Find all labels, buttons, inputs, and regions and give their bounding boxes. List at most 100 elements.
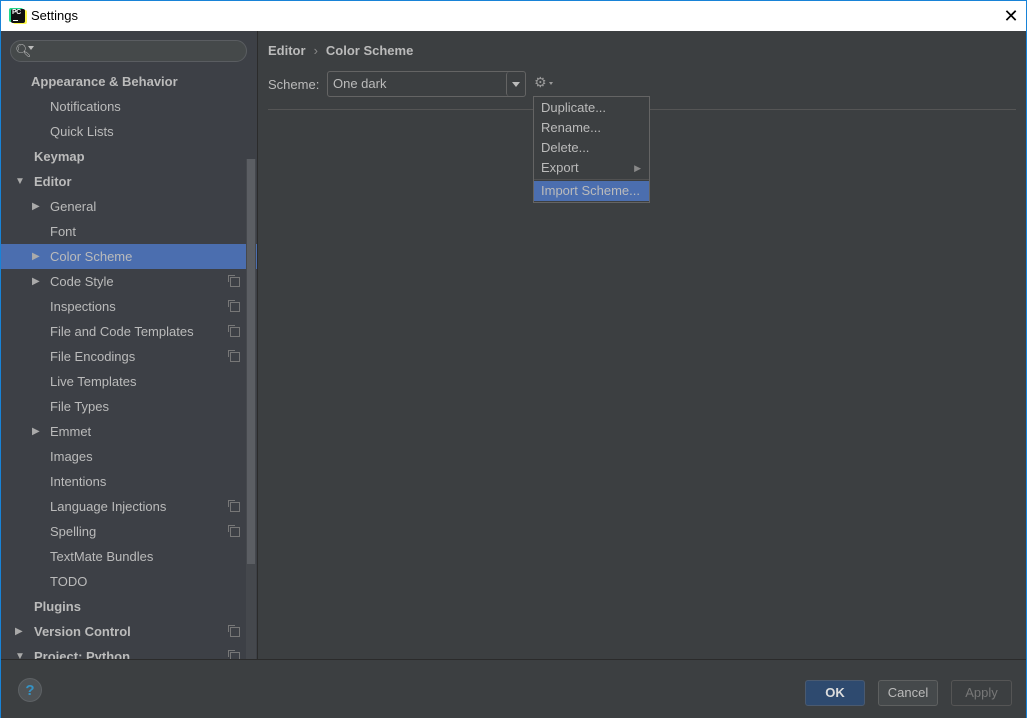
menu-item-rename[interactable]: Rename... [534,118,649,138]
collapsed-arrow-icon[interactable]: ▶ [32,244,40,269]
scrollbar-thumb[interactable] [247,159,255,564]
title-bar: PC Settings ✕ [1,1,1026,31]
sidebar-item-file-encodings[interactable]: File Encodings [1,344,257,369]
help-icon: ? [25,681,35,699]
sidebar-item-language-injections[interactable]: Language Injections [1,494,257,519]
sidebar-item-inspections[interactable]: Inspections [1,294,257,319]
project-level-copy-icon [228,525,240,537]
sidebar-item-spelling[interactable]: Spelling [1,519,257,544]
breadcrumb-current: Color Scheme [325,43,414,58]
sidebar-item-editor[interactable]: ▼ Editor [1,169,257,194]
sidebar-item-label: File and Code Templates [50,324,194,339]
sidebar-item-label: Appearance & Behavior [31,74,178,89]
sidebar-item-label: Plugins [34,599,81,614]
sidebar-item-appearance-behavior[interactable]: Appearance & Behavior [1,69,257,94]
menu-separator [534,179,649,180]
menu-item-label: Delete... [541,140,590,155]
sidebar-item-color-scheme[interactable]: ▶ Color Scheme [1,244,257,269]
menu-item-label: Duplicate... [541,100,607,115]
project-level-copy-icon [228,650,240,659]
sidebar-item-label: File Encodings [50,349,136,364]
sidebar-item-font[interactable]: Font [1,219,257,244]
sidebar-item-label: Keymap [34,149,85,164]
collapsed-arrow-icon[interactable]: ▶ [15,619,23,644]
settings-tree: Appearance & Behavior Notifications Quick … [1,69,257,659]
gear-caret-icon[interactable] [549,82,553,85]
sidebar-item-label: Images [50,449,93,464]
menu-item-import-scheme[interactable]: Import Scheme... [534,181,649,201]
sidebar-item-general[interactable]: ▶ General [1,194,257,219]
menu-item-label: Export [541,160,579,175]
sidebar-item-intentions[interactable]: Intentions [1,469,257,494]
scheme-actions-menu: Duplicate... Rename... Delete... Export ▶ Imp… [533,96,650,203]
sidebar-item-textmate-bundles[interactable]: TextMate Bundles [1,544,257,569]
pycharm-app-icon: PC [11,9,25,23]
sidebar-item-label: Editor [34,174,72,189]
menu-item-delete[interactable]: Delete... [534,138,649,158]
sidebar-item-live-templates[interactable]: Live Templates [1,369,257,394]
sidebar-item-label: Live Templates [50,374,137,389]
help-button[interactable]: ? [18,678,42,702]
collapsed-arrow-icon[interactable]: ▶ [32,419,40,444]
project-level-copy-icon [228,325,240,337]
scheme-label: Scheme: [268,77,320,92]
collapsed-arrow-icon[interactable]: ▶ [32,269,40,294]
project-level-copy-icon [228,625,240,637]
project-level-copy-icon [228,500,240,512]
dialog-footer: ? OK Cancel Apply [1,659,1026,718]
sidebar-item-version-control[interactable]: ▶ Version Control [1,619,257,644]
sidebar-item-label: Project: Python [34,649,131,659]
sidebar-item-code-style[interactable]: ▶ Code Style [1,269,257,294]
search-options-caret-icon[interactable] [28,46,34,50]
sidebar-item-plugins[interactable]: Plugins [1,594,257,619]
sidebar-item-label: Code Style [50,274,114,289]
sidebar-item-label: Language Injections [50,499,167,514]
ok-button[interactable]: OK [805,680,865,706]
breadcrumb-separator-icon: › [313,43,318,58]
sidebar-item-todo[interactable]: TODO [1,569,257,594]
menu-item-export[interactable]: Export ▶ [534,158,649,178]
sidebar-item-label: Spelling [50,524,97,539]
sidebar-item-label: TODO [50,574,88,589]
menu-item-label: Import Scheme... [541,183,640,198]
sidebar-item-label: Intentions [50,474,107,489]
project-level-copy-icon [228,300,240,312]
sidebar-item-label: General [50,199,97,214]
sidebar-item-label: Quick Lists [50,124,114,139]
expanded-arrow-icon[interactable]: ▼ [15,644,25,659]
scheme-value: One dark [333,76,387,91]
sidebar-item-label: Font [50,224,77,239]
sidebar-item-project-python[interactable]: ▼ Project: Python [1,644,257,659]
search-input[interactable]: 🔍︎ [10,40,247,62]
sidebar-item-label: Version Control [34,624,131,639]
menu-item-duplicate[interactable]: Duplicate... [534,98,649,118]
apply-button[interactable]: Apply [951,680,1012,706]
sidebar-item-quick-lists[interactable]: Quick Lists [1,119,257,144]
sidebar-item-file-and-code-templates[interactable]: File and Code Templates [1,319,257,344]
cancel-button[interactable]: Cancel [878,680,938,706]
close-button[interactable]: ✕ [996,1,1026,31]
menu-item-label: Rename... [541,120,601,135]
breadcrumb: Editor › Color Scheme [268,43,413,58]
scheme-dropdown[interactable]: One dark [327,71,526,97]
sidebar-item-notifications[interactable]: Notifications [1,94,257,119]
chevron-down-icon[interactable] [506,72,525,96]
sidebar-item-keymap[interactable]: Keymap [1,144,257,169]
sidebar-item-file-types[interactable]: File Types [1,394,257,419]
sidebar-item-label: File Types [50,399,110,414]
window-title: Settings [31,8,78,23]
collapsed-arrow-icon[interactable]: ▶ [32,194,40,219]
breadcrumb-parent: Editor [268,43,306,58]
close-icon: ✕ [1003,5,1019,26]
project-level-copy-icon [228,275,240,287]
expanded-arrow-icon[interactable]: ▼ [15,169,25,194]
sidebar-item-label: Emmet [50,424,92,439]
project-level-copy-icon [228,350,240,362]
gear-icon[interactable]: ⚙ [534,74,547,91]
settings-window: PC Settings ✕ 🔍︎ Appearance & Behavior No… [0,0,1027,718]
sidebar-item-emmet[interactable]: ▶ Emmet [1,419,257,444]
sidebar-item-label: Inspections [50,299,116,314]
sidebar-item-images[interactable]: Images [1,444,257,469]
sidebar-item-label: Notifications [50,99,121,114]
settings-sidebar: 🔍︎ Appearance & Behavior Notifications Qui… [1,31,257,659]
